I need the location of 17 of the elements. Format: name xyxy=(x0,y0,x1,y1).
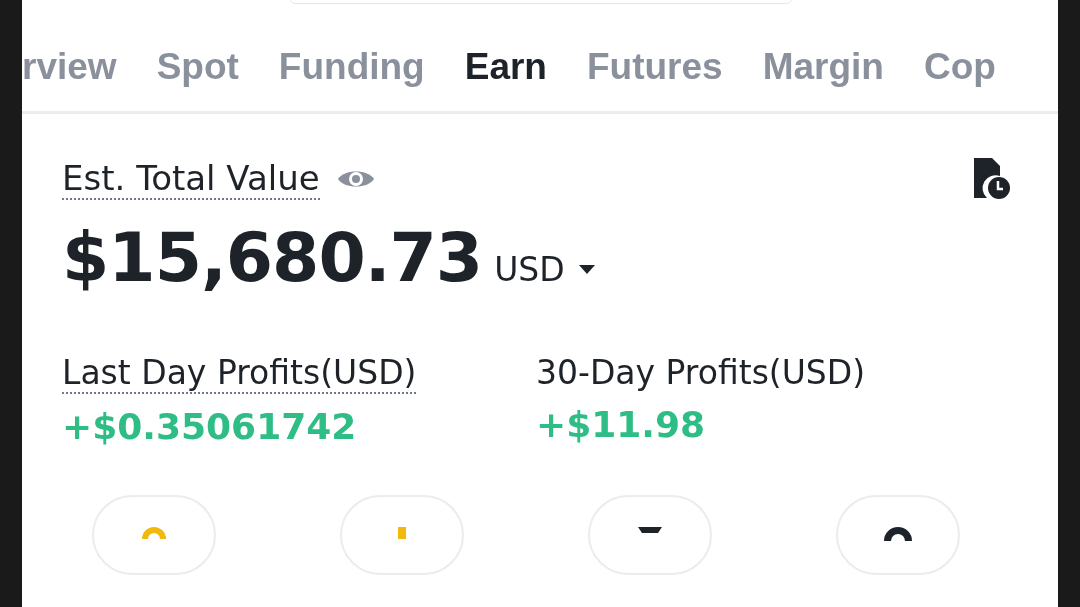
profit-value: +$11.98 xyxy=(536,404,706,445)
total-value: $15,680.73 xyxy=(62,218,483,297)
profit-value: +$0.35061742 xyxy=(62,406,357,447)
currency-dropdown[interactable]: USD xyxy=(494,250,595,289)
tab[interactable]: Margin xyxy=(762,45,884,88)
tab[interactable]: Earn xyxy=(464,45,547,88)
tab[interactable]: Futures xyxy=(587,45,723,88)
tab[interactable]: Cop xyxy=(923,45,996,88)
history-icon[interactable] xyxy=(974,158,1010,200)
caret-icon xyxy=(578,264,595,275)
total-value-label: Est. Total Value xyxy=(62,158,320,200)
tab[interactable]: rview xyxy=(22,45,117,88)
tab[interactable]: Funding xyxy=(278,45,425,88)
profit-label: 30-Day Profits(USD) xyxy=(536,353,866,392)
shortcut-button[interactable] xyxy=(836,495,960,575)
profit-label: Last Day Profits(USD) xyxy=(62,353,417,394)
tab[interactable]: Spot xyxy=(156,45,239,88)
